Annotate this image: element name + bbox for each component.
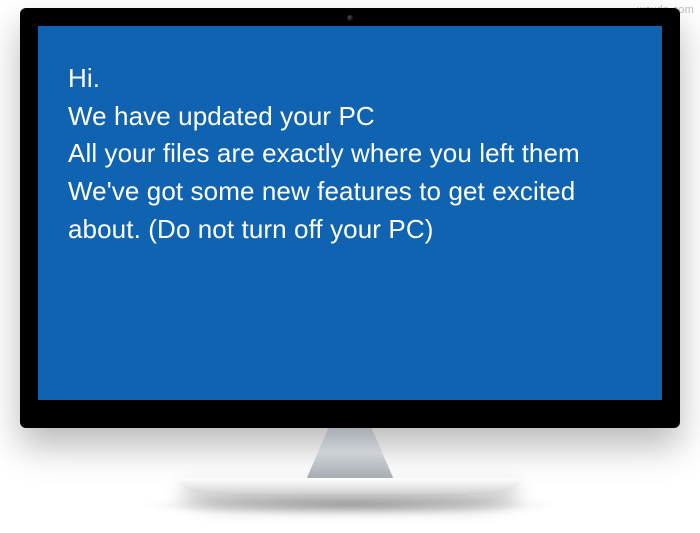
update-screen: Hi. We have updated your PC All your fil… [38,26,662,400]
monitor-neck [290,428,410,478]
monitor: Hi. We have updated your PC All your fil… [20,8,680,516]
update-line-3: All your files are exactly where you lef… [68,135,632,173]
stage: wsxdn.com Hi. We have updated your PC Al… [0,0,700,533]
monitor-bezel: Hi. We have updated your PC All your fil… [20,8,680,428]
update-line-2: We have updated your PC [68,98,632,136]
update-line-4: We've got some new features to get excit… [68,173,632,248]
update-message: Hi. We have updated your PC All your fil… [68,60,632,248]
update-line-1: Hi. [68,60,632,98]
camera-icon [347,15,353,21]
monitor-shadow [140,494,560,516]
